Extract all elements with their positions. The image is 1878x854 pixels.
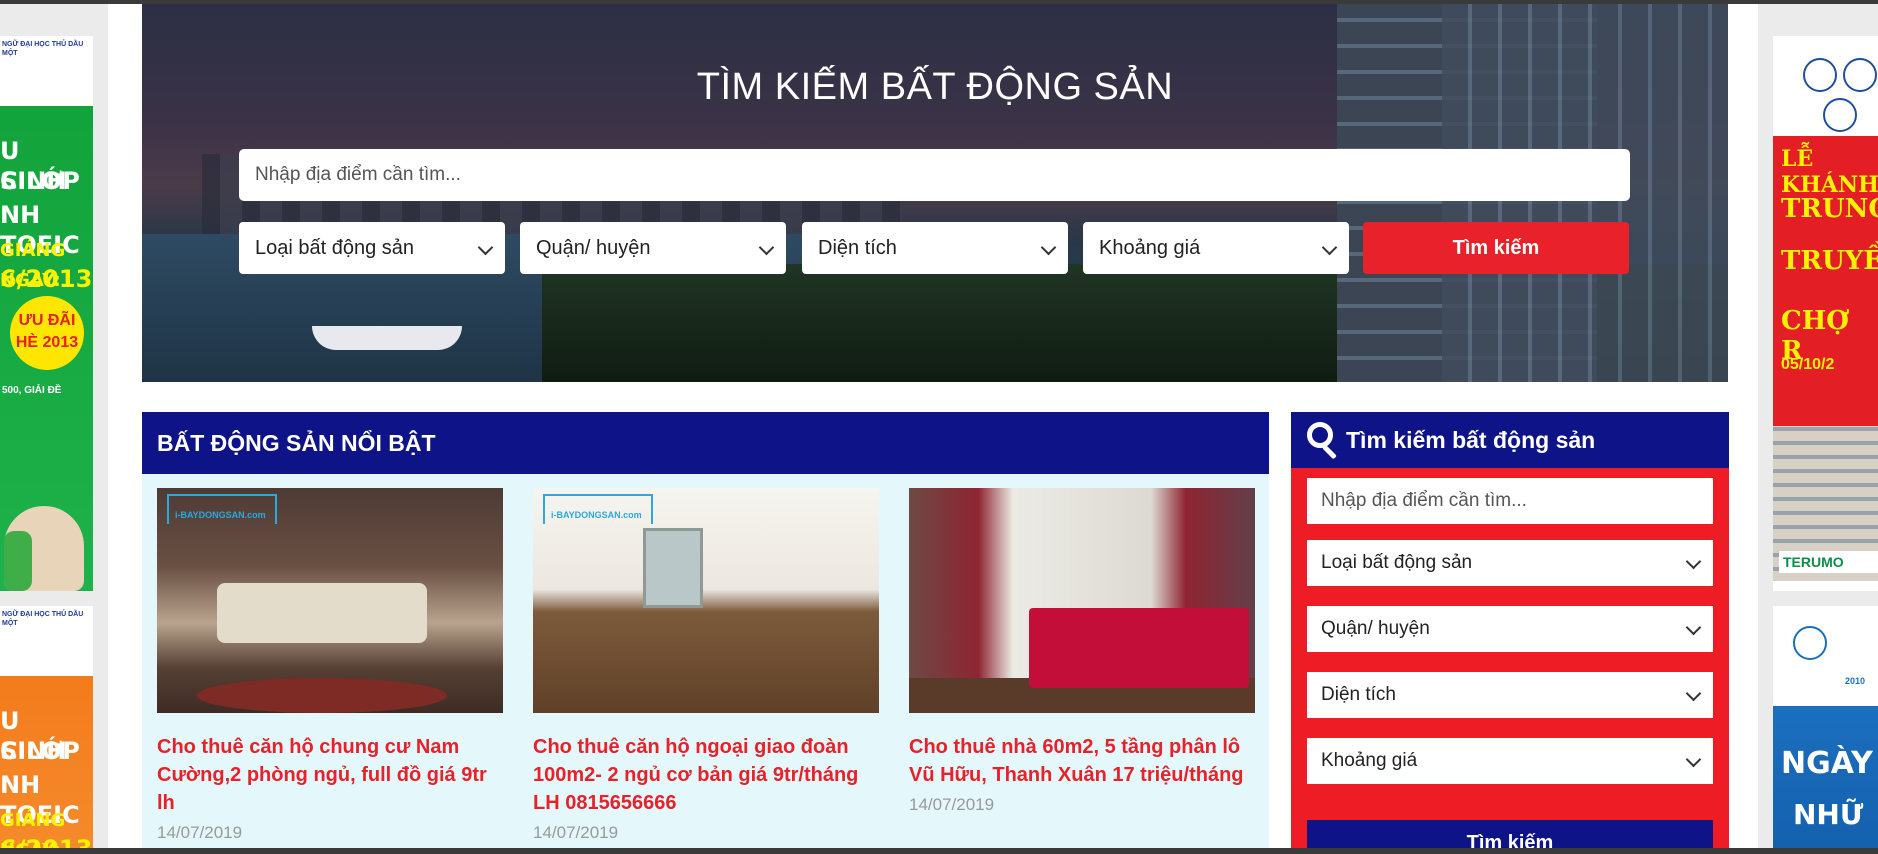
ad-year: 2010 [1845,676,1866,686]
ad-header-text: NGỮ ĐẠI HỌC THỦ DẦU MỘT [2,611,84,627]
hero-title: TÌM KIẾM BẤT ĐỘNG SẢN [696,66,1174,108]
emblem-icon [1823,98,1857,132]
emblem-icon [1803,58,1837,92]
ad-line-2: C LỚP [0,167,80,195]
select-label: Quận/ huyện [536,237,651,259]
listing-date: 14/07/2019 [909,795,995,814]
select-label: Diện tích [818,237,897,259]
ad-line-2: C LỚP [0,737,80,765]
ad-price-line: 500, GIẢI ĐỀ [2,385,62,396]
sidebar-heading-text: Tìm kiếm bất động sản [1346,427,1596,453]
hero-banner: TÌM KIẾM BẤT ĐỘNG SẢN Loại bất động sản … [142,4,1728,382]
ad-promo-badge: ƯU ĐÃI HÈ 2013 [10,296,84,370]
sofa-shape [217,583,427,643]
chevron-down-icon [1685,619,1702,636]
rug-shape [197,678,447,713]
featured-heading: BẤT ĐỘNG SẢN NỔI BẬT [142,412,1269,474]
hero-filter-property-type[interactable]: Loại bất động sản [239,222,505,274]
hero-boat [312,326,462,350]
chevron-down-icon [1685,751,1702,768]
hero-filter-district[interactable]: Quận/ huyện [520,222,786,274]
chevron-down-icon [758,239,775,256]
listing-date: 14/07/2019 [533,823,619,842]
right-side-ad-bottom[interactable]: 2010 NGÀY NHỮ [1773,606,1878,854]
ad-student-figure [4,531,32,591]
window-bottom-border [0,848,1878,854]
window-shape [643,528,703,608]
listing-card[interactable]: Cho thuê nhà 60m2, 5 tầng phân lô Vũ Hữu… [909,488,1255,815]
sidebar-filter-property-type[interactable]: Loại bất động sản [1307,540,1713,586]
listing-title[interactable]: Cho thuê căn hộ chung cư Nam Cường,2 phò… [157,733,503,817]
chevron-down-icon [1685,553,1702,570]
hero-filter-area[interactable]: Diện tích [802,222,1068,274]
left-side-ad-top[interactable]: NGỮ ĐẠI HỌC THỦ DẦU MỘT U SINH C LỚP NH … [0,36,93,591]
sidebar-search-form: Loại bất động sản Quận/ huyện Diện tích … [1291,468,1729,854]
ad-line-3: TRUYỀN [1781,246,1878,276]
ad-date: 6/2013 [0,265,93,293]
watermark-logo: i-BAYDONGSAN.com [167,494,277,524]
chevron-down-icon [477,239,494,256]
emblem-icon [1843,58,1877,92]
emblem-icon [1793,626,1827,660]
search-icon-handle [1322,444,1337,460]
sidebar-search-heading: Tìm kiếm bất động sản [1291,412,1729,468]
sidebar-filter-area[interactable]: Diện tích [1307,672,1713,718]
listing-image[interactable] [909,488,1255,713]
ad-header-text: NGỮ ĐẠI HỌC THỦ DẦU MỘT [2,41,84,57]
ad-line-1: LỄ KHÁNH [1781,146,1878,198]
sidebar-filter-district[interactable]: Quận/ huyện [1307,606,1713,652]
listing-date: 14/07/2019 [157,823,243,842]
hero-search-button[interactable]: Tìm kiếm [1363,222,1629,274]
hero-search-input[interactable] [239,149,1630,201]
listing-title[interactable]: Cho thuê nhà 60m2, 5 tầng phân lô Vũ Hữu… [909,733,1255,789]
select-label: Diện tích [1321,684,1396,705]
sidebar-search-input[interactable] [1307,478,1713,524]
chevron-down-icon [1040,239,1057,256]
right-side-ad-top[interactable]: LỄ KHÁNH TRUNG TRUYỀN CHỢ R 05/10/2 TERU… [1773,36,1878,591]
select-label: Loại bất động sản [255,237,415,259]
select-label: Khoảng giá [1321,750,1418,771]
bed-shape [1029,608,1249,688]
ad-brand: TERUMO [1779,551,1878,573]
watermark-logo: i-BAYDONGSAN.com [543,494,653,524]
listing-image[interactable]: i-BAYDONGSAN.com [533,488,879,713]
chevron-down-icon [1321,239,1338,256]
chevron-down-icon [1685,685,1702,702]
select-label: Khoảng giá [1099,237,1201,259]
select-label: Loại bất động sản [1321,552,1473,573]
hero-filter-price[interactable]: Khoảng giá [1083,222,1349,274]
listing-card[interactable]: i-BAYDONGSAN.com Cho thuê căn hộ chung c… [157,488,503,843]
ad-line-2: TRUNG [1781,194,1878,224]
listing-title[interactable]: Cho thuê căn hộ ngoại giao đoàn 100m2- 2… [533,733,879,817]
sidebar-search-widget: Tìm kiếm bất động sản Loại bất động sản … [1291,412,1729,854]
ad-line-1: NGÀY [1781,746,1873,781]
select-label: Quận/ huyện [1321,618,1430,639]
featured-section: BẤT ĐỘNG SẢN NỔI BẬT i-BAYDONGSAN.com Ch… [142,412,1269,854]
search-icon [1307,422,1333,448]
left-side-ad-bottom[interactable]: NGỮ ĐẠI HỌC THỦ DẦU MỘT U SINH C LỚP NH … [0,606,93,854]
sidebar-filter-price[interactable]: Khoảng giá [1307,738,1713,784]
ad-date: 05/10/2 [1781,356,1835,373]
listing-card[interactable]: i-BAYDONGSAN.com Cho thuê căn hộ ngoại g… [533,488,879,843]
ad-line-2: NHỮ [1793,798,1864,831]
page-content: TÌM KIẾM BẤT ĐỘNG SẢN Loại bất động sản … [108,4,1758,854]
listing-image[interactable]: i-BAYDONGSAN.com [157,488,503,713]
